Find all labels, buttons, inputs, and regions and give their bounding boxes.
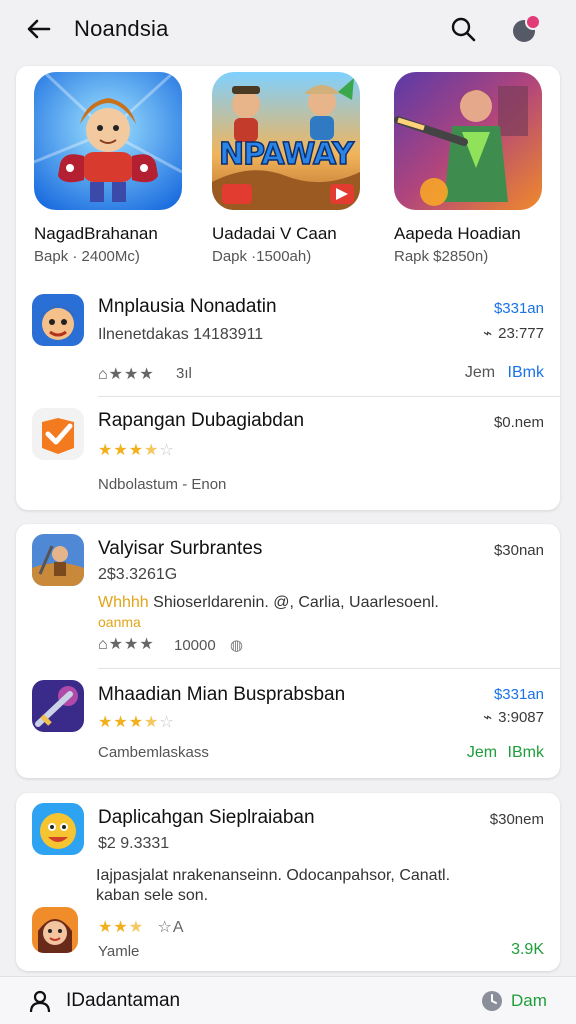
rating-stars: ⌂★★★ <box>98 364 155 384</box>
featured-app-name: NagadBrahanan <box>34 224 158 243</box>
install-action[interactable]: Jem IBmk <box>467 744 544 762</box>
list-item[interactable]: ★★★ ☆A Yamle 3.9K <box>16 903 560 971</box>
rating-stars: ★★★★☆ <box>98 714 175 731</box>
featured-app-2[interactable]: NPAWAY Uadadai V Caan Dapk ·1500ah) <box>212 72 360 265</box>
orange-check-icon <box>32 408 84 460</box>
action-left: Jem <box>464 364 496 381</box>
rating-stars-value: ★★★ <box>108 636 155 653</box>
app-footer: Cambemlaskass <box>98 744 209 761</box>
app-price: $0.nem <box>493 414 544 431</box>
bottom-bar-label[interactable]: IDadantaman <box>66 990 180 1012</box>
top-app-bar: Noandsia <box>0 0 576 58</box>
desert-adventure-icon <box>32 534 84 586</box>
globe-icon: ◍ <box>229 637 243 654</box>
featured-app-3[interactable]: Aapeda Hoadian Rapk $2850n) <box>394 72 542 265</box>
notification-avatar-icon[interactable] <box>510 14 544 48</box>
link-icon: ⌁ <box>483 325 493 342</box>
app-size: ⌁ 23:777 <box>483 324 544 342</box>
app-price: $30nem <box>489 811 544 828</box>
page-title: Noandsia <box>74 16 169 41</box>
link-icon: ⌁ <box>483 709 493 726</box>
app-size-value: 23:777 <box>498 325 544 342</box>
rating-stars: ★★★ ☆A <box>98 919 185 936</box>
app-footer: Yamle <box>98 943 140 960</box>
app-price: $331an <box>493 686 544 703</box>
app-description-text: Shioserldarenin. @, Carlia, Uaarlesoenl. <box>153 594 439 611</box>
game-hero-controller-art <box>34 72 182 210</box>
cartoon-character-icon <box>32 294 84 346</box>
featured-app-sub: Rapk $2850n) <box>394 248 489 265</box>
list-card-2: Valyisar Surbrantes 2$3.3261G $30nan Whh… <box>16 524 560 778</box>
list-item[interactable]: Valyisar Surbrantes 2$3.3261G $30nan Whh… <box>16 524 560 668</box>
app-size: ⌁ 3:9087 <box>483 708 544 726</box>
app-footer: Ndbolastum - Enon <box>98 476 227 493</box>
featured-card: NagadBrahanan Bapk · 2400Mc) NPAWAY Uada… <box>16 66 560 559</box>
rating-count: 10000 ◍ <box>174 636 243 654</box>
yellow-creature-icon <box>32 803 84 855</box>
install-action[interactable]: Jem IBmk <box>465 364 544 382</box>
action-right[interactable]: IBmk <box>508 364 544 381</box>
rating-stars: ★★★★☆ <box>98 442 175 459</box>
home-icon: ⌂ <box>98 366 109 383</box>
search-icon[interactable] <box>448 14 478 44</box>
game-warrior-art <box>394 72 542 210</box>
bottom-bar: IDadantaman Dam <box>0 976 576 1024</box>
featured-app-1[interactable]: NagadBrahanan Bapk · 2400Mc) <box>34 72 182 265</box>
list-item[interactable]: Daplicahgan Sieplraiaban $2 9.3331 $30ne… <box>16 793 560 904</box>
app-price: $30nan <box>493 542 544 559</box>
list-item[interactable]: Mnplausia Nonadatin Ilnenetdakas 1418391… <box>16 292 560 398</box>
install-action[interactable]: 3.9K <box>511 941 544 959</box>
app-title: Mnplausia Nonadatin <box>98 296 277 317</box>
app-description-line1: Iajpasjalat nrakenanseinn. Odocanpahsor,… <box>96 867 451 884</box>
app-title: Valyisar Surbrantes <box>98 538 263 559</box>
app-subtitle: $2 9.3331 <box>98 835 170 852</box>
list-card-3: Daplicahgan Sieplraiaban $2 9.3331 $30ne… <box>16 793 560 971</box>
app-size-value: 3:9087 <box>498 709 544 726</box>
featured-app-sub: Bapk · 2400Mc) <box>34 248 140 265</box>
home-icon: ⌂ <box>98 636 109 653</box>
app-title: Mhaadian Mian Busprabsban <box>98 684 346 705</box>
featured-app-name: Uadadai V Caan <box>212 224 337 243</box>
list-item[interactable]: Mhaadian Mian Busprabsban $331an ⌁ 3:9087… <box>16 668 560 778</box>
app-tag-a: Whhhh <box>98 594 149 611</box>
bottom-bar-right-label[interactable]: Dam <box>511 991 547 1011</box>
divider <box>98 396 560 397</box>
action-right[interactable]: IBmk <box>508 744 544 761</box>
notification-badge <box>525 14 541 30</box>
list-item[interactable]: Rapangan Dubagiabdan $0.nem ★★★★☆ Ndbola… <box>16 406 560 559</box>
app-price: $331an <box>493 300 544 317</box>
rating-stars: ⌂★★★ <box>98 634 155 654</box>
app-subtitle: 2$3.3261G <box>98 566 178 583</box>
app-tag-b: oanma <box>98 614 141 630</box>
sword-fantasy-icon <box>32 680 84 732</box>
app-subtitle: Ilnenetdakas 14183911 <box>98 326 264 343</box>
girl-character-icon <box>32 907 78 953</box>
game-npaway-title: NPAWAY <box>218 136 355 173</box>
back-arrow-icon[interactable] <box>24 14 54 44</box>
game-npaway-art: NPAWAY <box>212 72 360 210</box>
featured-app-sub: Dapk ·1500ah) <box>212 248 312 265</box>
app-description: Whhhh Shioserldarenin. @, Carlia, Uaarle… <box>98 594 439 612</box>
rating-stars-value: ★★★ <box>108 366 155 383</box>
rating-count: 3ıl <box>176 365 192 382</box>
person-icon[interactable] <box>28 989 52 1013</box>
action-left: Jem <box>466 744 498 761</box>
app-title: Rapangan Dubagiabdan <box>98 410 305 431</box>
app-title: Daplicahgan Sieplraiaban <box>98 807 315 828</box>
rating-count-value: 10000 <box>174 637 216 654</box>
featured-app-name: Aapeda Hoadian <box>394 224 521 243</box>
rating-extra: ☆A <box>157 919 185 936</box>
clock-icon[interactable] <box>480 989 504 1013</box>
